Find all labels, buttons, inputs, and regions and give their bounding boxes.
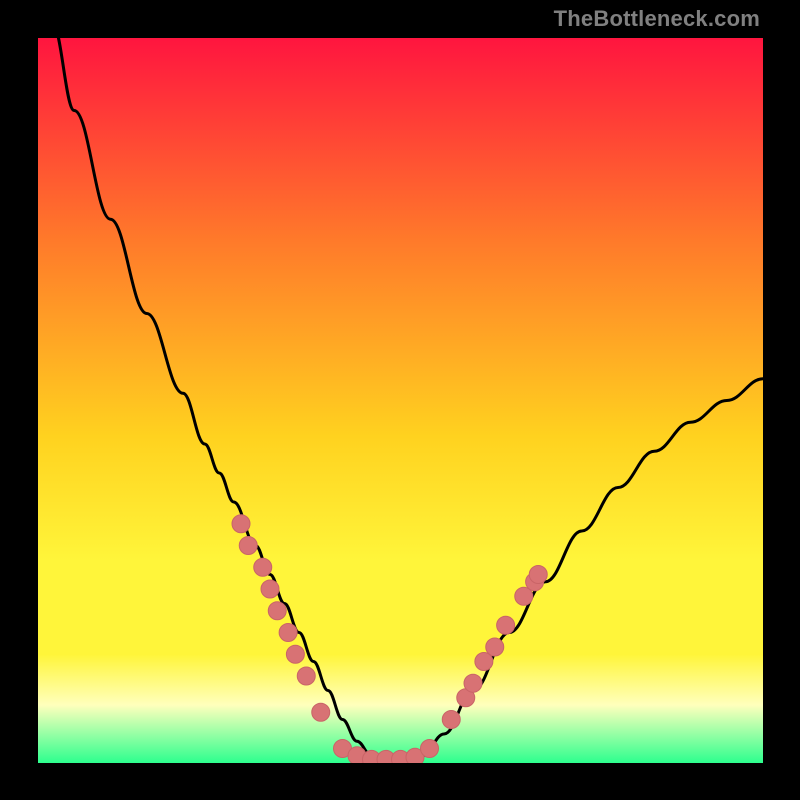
data-marker	[442, 711, 460, 729]
data-marker	[312, 703, 330, 721]
data-marker	[239, 537, 257, 555]
data-marker	[421, 740, 439, 758]
data-marker	[261, 580, 279, 598]
data-marker	[279, 624, 297, 642]
data-marker	[464, 674, 482, 692]
gradient-background	[38, 38, 763, 763]
data-marker	[232, 515, 250, 533]
watermark-text: TheBottleneck.com	[554, 6, 760, 32]
data-marker	[297, 667, 315, 685]
data-marker	[486, 638, 504, 656]
data-marker	[268, 602, 286, 620]
chart-container: TheBottleneck.com	[0, 0, 800, 800]
data-marker	[286, 645, 304, 663]
data-marker	[529, 566, 547, 584]
data-marker	[254, 558, 272, 576]
data-marker	[497, 616, 515, 634]
bottleneck-chart	[38, 38, 763, 763]
